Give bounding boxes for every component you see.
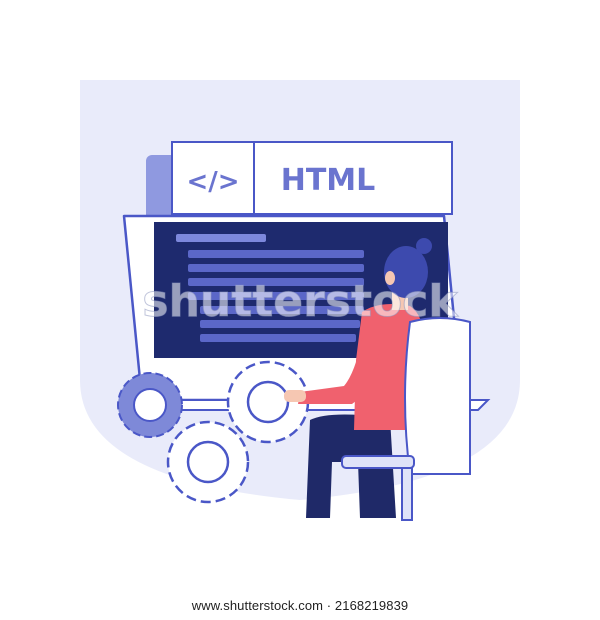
- code-line: [188, 292, 364, 300]
- chair-stem: [401, 467, 413, 521]
- code-line: [188, 264, 364, 272]
- person-hand: [284, 390, 306, 402]
- image-credit: www.shutterstock.com · 2168219839: [191, 598, 409, 613]
- person-ear: [385, 271, 395, 285]
- code-line: [200, 306, 364, 314]
- code-symbol: </>: [186, 167, 239, 197]
- person-hair-bun: [416, 238, 432, 254]
- chair-back: [404, 317, 471, 475]
- code-line: [188, 278, 364, 286]
- gear-white-small-icon: [166, 420, 250, 504]
- code-line: [176, 234, 266, 242]
- code-line: [188, 250, 364, 258]
- code-line: [200, 320, 360, 328]
- chair-seat: [341, 455, 415, 469]
- code-line: [200, 334, 356, 342]
- illustration: </> HTML: [80, 80, 520, 521]
- gear-blue-icon: [117, 372, 183, 438]
- html-label: HTML: [281, 163, 376, 198]
